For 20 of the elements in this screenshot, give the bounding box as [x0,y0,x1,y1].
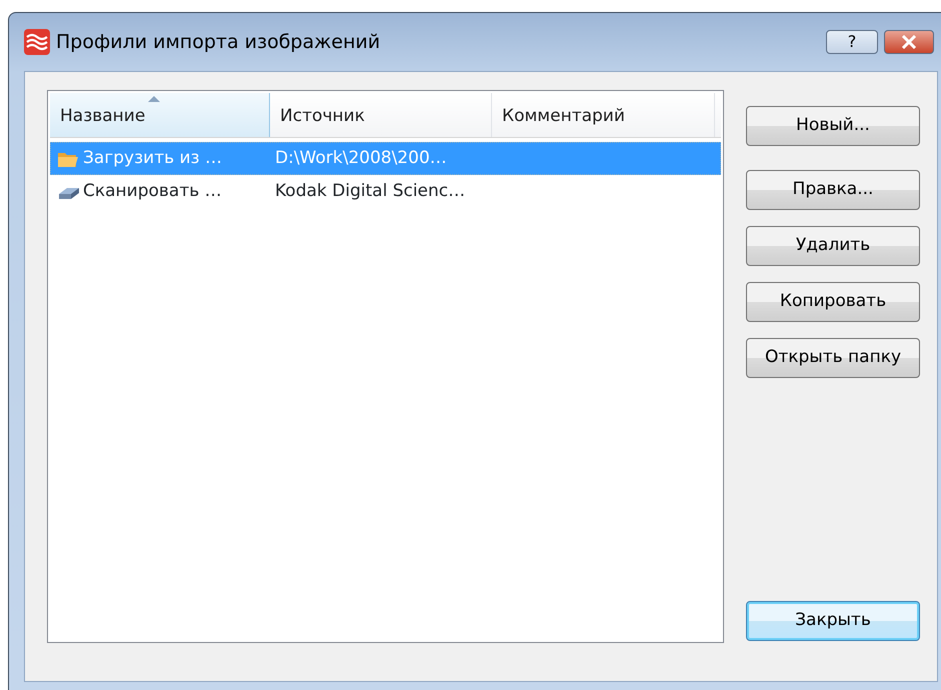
column-header[interactable]: Комментарий [492,93,715,137]
list-row[interactable]: Сканировать … Kodak Digital Scienc… [50,175,721,208]
close-icon [900,35,918,49]
help-button[interactable]: ? [826,30,878,54]
window-title: Профили импорта изображений [56,30,380,55]
column-header[interactable]: Источник [270,93,492,137]
sort-arrow-icon [148,96,160,102]
close-button[interactable] [884,30,934,54]
column-header[interactable]: Название [50,93,270,137]
source-cell-text: Kodak Digital Scienc… [274,180,466,203]
profile-name: Сканировать … [83,180,222,203]
source-cell-text: D:\Work\2008\200… [274,146,448,170]
action-button[interactable]: Удалить [746,226,920,266]
action-button[interactable]: Правка... [746,170,920,210]
profile-name: Загрузить из … [83,146,222,170]
action-button[interactable]: Новый... [746,106,920,146]
action-button[interactable]: Открыть папку [746,338,920,378]
app-logo-icon [24,29,50,55]
action-button[interactable]: Копировать [746,282,920,322]
close-dialog-button[interactable]: Закрыть [746,601,920,641]
